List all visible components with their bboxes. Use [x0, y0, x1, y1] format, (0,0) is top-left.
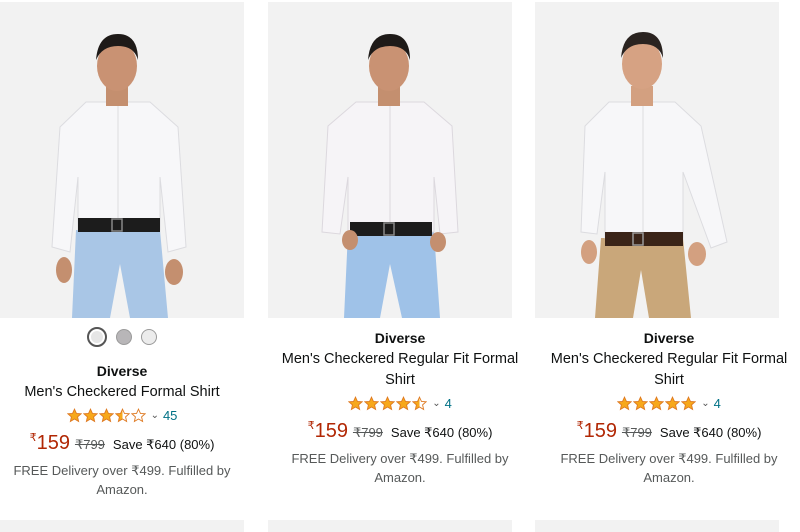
star-icon [114, 407, 130, 422]
model-photo [0, 2, 244, 318]
list-price: ₹799 [74, 437, 105, 452]
star-icon [82, 407, 98, 422]
model-photo [268, 2, 512, 318]
rating[interactable]: ⌄ 4 [547, 394, 791, 412]
rating[interactable]: ⌄ 4 [278, 394, 522, 412]
price-row: ₹ 159 ₹799 Save ₹640 (80%) [278, 420, 522, 443]
currency-symbol: ₹ [29, 432, 37, 444]
product-card[interactable]: Diverse Men's Checkered Regular Fit Form… [266, 0, 534, 532]
star-icon [617, 395, 633, 410]
product-card[interactable]: Diverse Men's Checkered Regular Fit Form… [534, 0, 800, 532]
price-row: ₹ 159 ₹799 Save ₹640 (80%) [547, 420, 791, 443]
star-icon [681, 395, 697, 410]
product-info: Diverse Men's Checkered Regular Fit Form… [278, 329, 522, 487]
rating[interactable]: ⌄ 45 [0, 406, 244, 424]
color-swatches [0, 327, 244, 347]
chevron-down-icon[interactable]: ⌄ [151, 410, 159, 421]
star-icon [633, 395, 649, 410]
price: 159 [583, 420, 617, 442]
delivery-info: FREE Delivery over ₹499. Fulfilled by Am… [291, 451, 509, 485]
star-rating [66, 407, 146, 423]
next-product-card[interactable] [535, 520, 779, 532]
product-brand: Diverse [643, 330, 695, 346]
star-icon [130, 407, 146, 422]
star-icon [66, 407, 82, 422]
star-icon [665, 395, 681, 410]
product-info: Diverse Men's Checkered Formal Shirt ⌄ 4… [0, 362, 244, 499]
product-card[interactable]: Diverse Men's Checkered Formal Shirt ⌄ 4… [0, 0, 268, 532]
star-icon [412, 395, 428, 410]
chevron-down-icon[interactable]: ⌄ [432, 398, 440, 409]
product-brand: Diverse [96, 363, 148, 379]
next-product-card[interactable] [0, 520, 244, 532]
chevron-down-icon[interactable]: ⌄ [701, 398, 709, 409]
model-photo [535, 2, 779, 318]
rating-count[interactable]: 45 [163, 408, 177, 423]
list-price: ₹799 [352, 425, 383, 440]
savings: Save ₹640 (80%) [659, 425, 762, 440]
savings: Save ₹640 (80%) [112, 437, 215, 452]
product-image[interactable] [535, 2, 779, 318]
currency-symbol: ₹ [576, 420, 584, 432]
product-image[interactable] [268, 2, 512, 318]
star-icon [364, 395, 380, 410]
star-icon [380, 395, 396, 410]
product-title[interactable]: Men's Checkered Regular Fit Formal Shirt [278, 349, 522, 391]
list-price: ₹799 [621, 425, 652, 440]
star-icon [98, 407, 114, 422]
star-icon [649, 395, 665, 410]
color-swatch[interactable] [141, 329, 157, 345]
star-rating [348, 395, 428, 411]
product-title[interactable]: Men's Checkered Regular Fit Formal Shirt [547, 349, 791, 391]
rating-count[interactable]: 4 [714, 396, 721, 411]
star-rating [617, 395, 697, 411]
currency-symbol: ₹ [307, 420, 315, 432]
product-image[interactable] [0, 2, 244, 318]
star-icon [396, 395, 412, 410]
star-icon [348, 395, 364, 410]
product-title[interactable]: Men's Checkered Formal Shirt [0, 382, 244, 403]
price-row: ₹ 159 ₹799 Save ₹640 (80%) [0, 432, 244, 455]
color-swatch-selected[interactable] [87, 327, 107, 347]
delivery-info: FREE Delivery over ₹499. Fulfilled by Am… [560, 451, 778, 485]
delivery-info: FREE Delivery over ₹499. Fulfilled by Am… [13, 463, 231, 497]
price: 159 [314, 420, 348, 442]
product-info: Diverse Men's Checkered Regular Fit Form… [547, 329, 791, 487]
savings: Save ₹640 (80%) [390, 425, 493, 440]
rating-count[interactable]: 4 [445, 396, 452, 411]
color-swatch[interactable] [116, 329, 132, 345]
price: 159 [36, 432, 70, 454]
product-brand: Diverse [374, 330, 426, 346]
next-product-card[interactable] [268, 520, 512, 532]
